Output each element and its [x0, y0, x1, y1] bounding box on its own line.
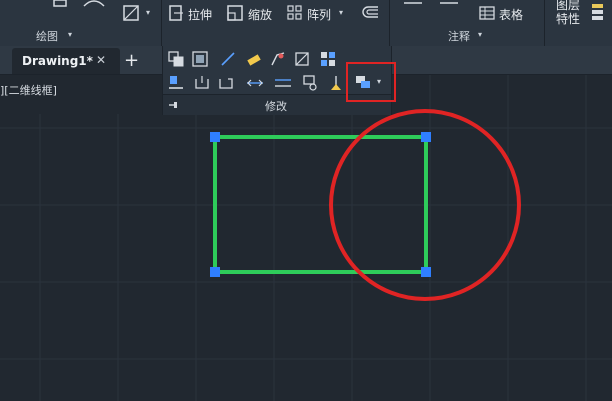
- grip-bottom-right[interactable]: [421, 267, 431, 277]
- panel-divider: [161, 0, 162, 46]
- edit-polyline-icon[interactable]: [269, 50, 287, 68]
- table-icon[interactable]: [479, 6, 495, 20]
- chevron-down-icon[interactable]: ▾: [146, 8, 150, 17]
- copy-icon[interactable]: [167, 50, 185, 68]
- panel-divider: [389, 0, 390, 46]
- mirror-icon[interactable]: [191, 50, 209, 68]
- modify-panel-label: 修改: [265, 100, 287, 113]
- table-label[interactable]: 表格: [499, 6, 523, 23]
- break-icon[interactable]: [319, 50, 337, 68]
- grip-top-left[interactable]: [210, 132, 220, 142]
- scale-icon[interactable]: [226, 4, 244, 22]
- chevron-down-icon[interactable]: ▾: [339, 8, 343, 17]
- grid-lines: [0, 74, 612, 401]
- erase-icon[interactable]: [245, 50, 263, 68]
- array-icon[interactable]: [287, 5, 303, 21]
- match-properties-icon[interactable]: [327, 74, 345, 92]
- viewport-visual-style-label[interactable]: ][二维线框]: [0, 82, 57, 98]
- circle-tool-icon[interactable]: [52, 0, 68, 10]
- array-label[interactable]: 阵列: [307, 6, 331, 23]
- new-tab-button[interactable]: +: [124, 50, 139, 71]
- chevron-down-icon[interactable]: ▾: [478, 30, 482, 39]
- chevron-down-icon[interactable]: ▾: [68, 30, 72, 39]
- ribbon: ▾ 绘图 ▾ 拉伸 缩放 阵列 ▾ 表格 注释 ▾ 图层 特性: [0, 0, 612, 47]
- line-edit-icon[interactable]: [219, 50, 237, 68]
- panel-divider: [544, 0, 545, 46]
- copy-properties-icon[interactable]: [301, 74, 319, 92]
- arc-tool-icon[interactable]: [82, 0, 106, 10]
- hatch-tool-icon[interactable]: [122, 4, 140, 22]
- stretch-icon[interactable]: [168, 4, 184, 22]
- document-tab-title[interactable]: Drawing1*: [22, 54, 93, 68]
- document-tab[interactable]: Drawing1* ✕: [12, 48, 120, 74]
- layer-properties-label-line2[interactable]: 特性: [556, 10, 580, 27]
- close-icon[interactable]: ✕: [96, 53, 106, 67]
- lengthen-icon[interactable]: [245, 74, 265, 92]
- explode-icon[interactable]: [217, 74, 235, 92]
- dimension-tool-icon[interactable]: [438, 0, 460, 8]
- draw-panel-label[interactable]: 绘图: [36, 28, 58, 44]
- align-icon[interactable]: [167, 74, 185, 92]
- pin-icon[interactable]: [167, 99, 179, 111]
- offset-icon[interactable]: [360, 5, 380, 19]
- reverse-icon[interactable]: [273, 74, 293, 92]
- annotation-highlight-box: [346, 62, 396, 102]
- text-tool-icon[interactable]: [402, 0, 424, 8]
- stretch-dynamic-icon[interactable]: [193, 74, 211, 92]
- stretch-label[interactable]: 拉伸: [188, 6, 212, 23]
- grip-bottom-left[interactable]: [210, 267, 220, 277]
- grip-top-right[interactable]: [421, 132, 431, 142]
- annotate-panel-label[interactable]: 注释: [448, 28, 470, 44]
- join-icon[interactable]: [293, 50, 311, 68]
- layer-stack-icon[interactable]: [590, 2, 606, 24]
- scale-label[interactable]: 缩放: [248, 6, 272, 23]
